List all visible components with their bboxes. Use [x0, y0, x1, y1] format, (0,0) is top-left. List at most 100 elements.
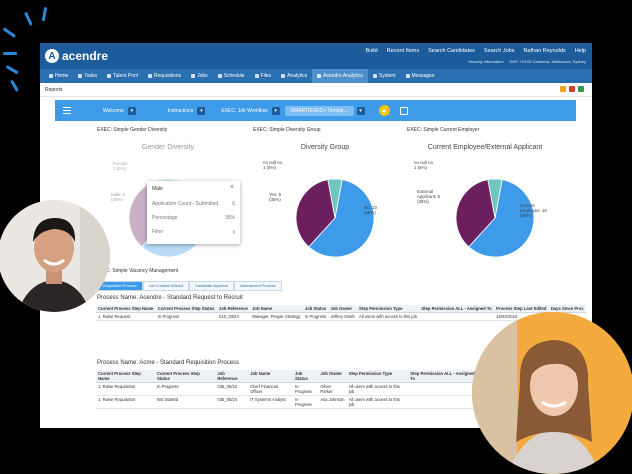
export-pdf-icon[interactable]	[560, 86, 566, 92]
column-header[interactable]: Job Reference	[217, 305, 251, 313]
home-icon	[49, 74, 53, 78]
label-text: (35%)	[111, 197, 123, 202]
table-cell: 015_03/24	[217, 312, 251, 321]
breadcrumb: Reports	[40, 83, 592, 97]
column-header[interactable]: Current Process Step Status	[155, 370, 216, 383]
table-cell: Ava Johnson	[318, 395, 347, 409]
column-header[interactable]: Step Permission ALL - Assigned To	[419, 305, 495, 313]
column-header[interactable]: Job Name	[248, 370, 293, 383]
label-text: (59%)	[364, 210, 376, 215]
template-select[interactable]: SMART/EXEC+ Temple...	[284, 105, 354, 116]
nav-home[interactable]: Home	[44, 69, 73, 83]
gender-label-male: Male: 6 (35%)	[111, 192, 125, 202]
table-cell	[408, 382, 483, 396]
workflow-select[interactable]: EXEC: Job Workflow ▾	[221, 106, 280, 115]
brand-name: acendre	[62, 49, 109, 63]
close-icon[interactable]: ×	[230, 184, 234, 191]
chevron-down-icon: ▾	[356, 106, 365, 115]
add-button[interactable]: +	[378, 105, 390, 116]
top-menu: Build Recent Items Search Candidates Sea…	[365, 48, 586, 54]
menu-build[interactable]: Build	[365, 48, 377, 54]
employer-label-external: External Applicant: 6 (35%)	[417, 189, 440, 204]
filter-label: Filter	[152, 229, 164, 235]
menu-search-jobs[interactable]: Search Jobs	[484, 48, 515, 54]
export-excel-icon[interactable]	[578, 86, 584, 92]
column-header[interactable]: Job Status	[302, 305, 329, 313]
tooltip-filter[interactable]: Filter ›	[152, 229, 235, 236]
nav-label: System	[378, 73, 396, 79]
employer-label-current: Current Employee: 10 (59%)	[520, 203, 547, 218]
column-header[interactable]: Job Status	[292, 370, 319, 383]
hamburger-menu-icon[interactable]	[63, 107, 71, 114]
jobs-icon	[191, 74, 196, 78]
nav-acendre-analytics[interactable]: Acendre Analytics	[312, 69, 368, 83]
nav-label: Home	[55, 73, 69, 79]
table-cell: 035_05/24	[215, 382, 249, 396]
tab-assessment-process[interactable]: Assessment Process	[234, 281, 282, 291]
nav-files[interactable]: Files	[250, 69, 277, 83]
menu-user[interactable]: Nathan Reynolds	[523, 48, 565, 54]
process-title-1: Process Name: Acendre - Standard Request…	[97, 295, 243, 301]
diversity-label-null: no null no 1 (6%)	[263, 160, 282, 170]
column-header[interactable]: Step Permission Type	[346, 370, 409, 383]
label-text: 1 (6%)	[113, 166, 126, 171]
chart-title-employer: Current Employee/External Applicant	[427, 144, 543, 151]
export-ppt-icon[interactable]	[569, 86, 575, 92]
instructions-select[interactable]: Instructions ▾	[167, 106, 206, 115]
nav-requisitions[interactable]: Requisitions	[143, 69, 186, 83]
chart-title-diversity: Diversity Group	[300, 144, 350, 151]
nav-talent-pool[interactable]: Talent Pool	[102, 69, 143, 83]
welcome-select[interactable]: Welcome ▾	[103, 106, 136, 115]
table-row[interactable]: 1. Raise Requisition In Progress 035_05/24…	[96, 382, 536, 396]
top-bar: A acendre Build Recent Items Search Cand…	[40, 43, 592, 69]
tab-requisition-process[interactable]: Requisition Process	[97, 281, 143, 291]
section-diversity-group: EXEC: Simple Diversity Group	[253, 127, 321, 133]
instructions-label: Instructions	[167, 107, 194, 114]
nav-schedule[interactable]: Schedule	[213, 69, 250, 83]
tooltip-row: Application Count - Submitted 6	[152, 201, 235, 207]
table-cell: Not Started	[155, 395, 216, 409]
security-info-line: Security Information GMT +10:00 Canberra…	[468, 59, 586, 64]
column-header[interactable]: Job Owner	[318, 370, 347, 383]
process-table-2: Current Process Step Name Current Process…	[96, 370, 536, 409]
tab-job-creation-wizard[interactable]: Job Creation Wizard	[142, 281, 189, 291]
fullscreen-icon[interactable]	[399, 106, 408, 115]
man-portrait	[0, 200, 110, 312]
column-header[interactable]: Job Owner	[328, 305, 357, 313]
export-icons	[560, 86, 584, 92]
nav-tasks[interactable]: Tasks	[73, 69, 102, 83]
column-header[interactable]: Job Name	[250, 305, 303, 313]
column-header[interactable]: Process Step Last Edited	[494, 305, 549, 313]
menu-help[interactable]: Help	[575, 48, 586, 54]
nav-system[interactable]: System	[368, 69, 401, 83]
column-header[interactable]: Step Permission ALL - Assigned To	[408, 370, 483, 383]
tooltip-value: 6	[232, 201, 235, 207]
label-text: 1 (6%)	[414, 165, 427, 170]
menu-search-candidates[interactable]: Search Candidates	[428, 48, 475, 54]
menu-recent-items[interactable]: Recent Items	[387, 48, 419, 54]
tab-candidate-approval[interactable]: Candidate Approval	[188, 281, 235, 291]
table-cell: IT Systems Analyst	[248, 395, 293, 409]
avatar-woman	[472, 312, 632, 474]
breadcrumb-reports[interactable]: Reports	[45, 87, 63, 93]
table-cell: In Progress	[155, 382, 216, 396]
column-header[interactable]: Current Process Step Name	[96, 305, 156, 313]
gear-icon	[372, 74, 377, 78]
table-row[interactable]: 1. Raise Request In Progress 015_03/24 Mana…	[96, 312, 586, 321]
nav-jobs[interactable]: Jobs	[186, 69, 213, 83]
column-header[interactable]: Job Reference	[215, 370, 249, 383]
table-cell: In Progress	[302, 312, 329, 321]
nav-label: Tasks	[84, 73, 98, 79]
section-gender-diversity: EXEC: Simple Gender Diversity	[97, 127, 168, 133]
nav-messages[interactable]: Messages	[401, 69, 440, 83]
nav-label: Requisitions	[153, 73, 182, 79]
column-header[interactable]: Current Process Step Name	[96, 370, 156, 383]
column-header[interactable]: Step Permission Type	[357, 305, 420, 313]
template-dropdown[interactable]: ▾	[356, 106, 365, 115]
table-row[interactable]: 1. Raise Requisition Not Started 035_05/24…	[96, 395, 536, 409]
column-header[interactable]: Current Process Step Status	[155, 305, 217, 313]
table-cell	[419, 312, 495, 321]
nav-analytics[interactable]: Analytics	[276, 69, 312, 83]
security-info-link[interactable]: Security Information	[468, 59, 504, 64]
acendre-logo[interactable]: A acendre	[45, 49, 108, 63]
